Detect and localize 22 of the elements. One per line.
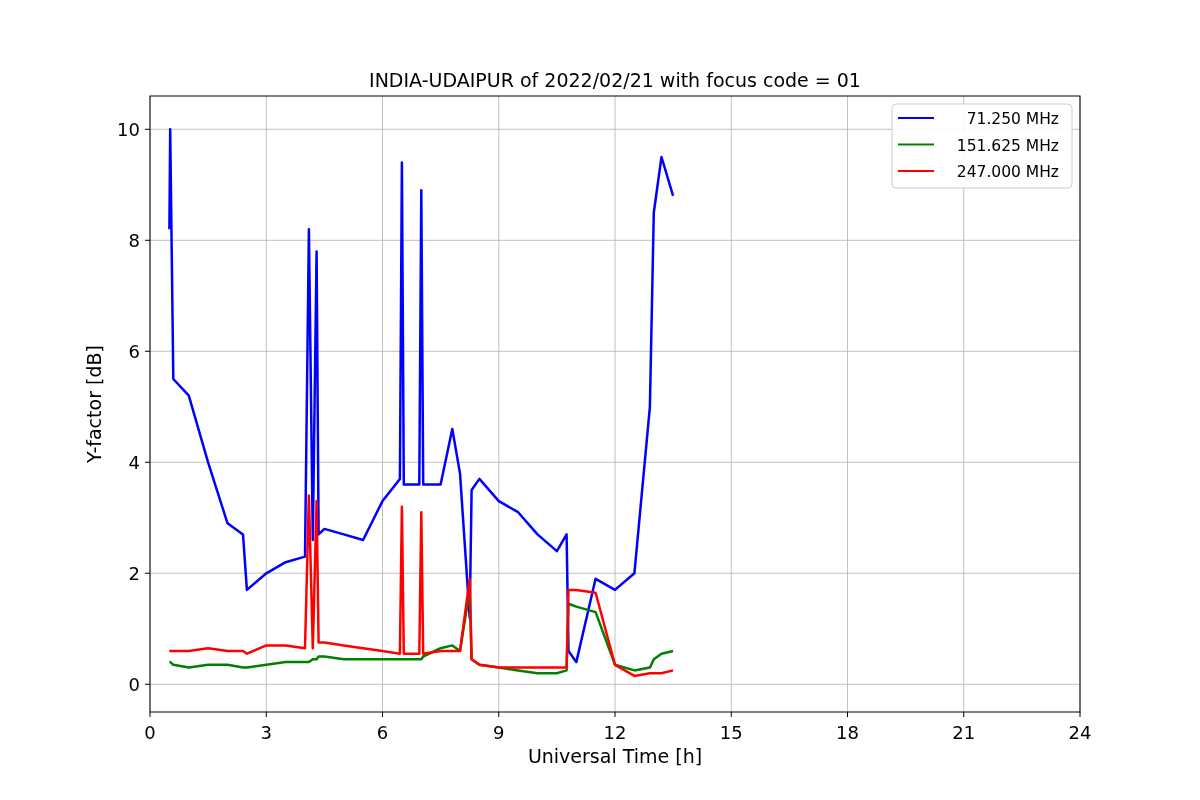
legend-label: 247.000 MHz [956, 163, 1059, 181]
tick-label: 6 [128, 341, 140, 363]
tick-label: 10 [117, 119, 140, 141]
tick-label: 21 [952, 722, 976, 743]
legend-label: 71.250 MHz [966, 110, 1059, 128]
tick-label: 4 [128, 452, 140, 474]
tick-label: 8 [128, 230, 140, 252]
tick-label: 0 [128, 674, 140, 696]
tick-label: 3 [260, 722, 272, 743]
tick-label: 18 [836, 722, 859, 743]
tick-label: 0 [144, 722, 156, 743]
tick-label: 24 [1068, 722, 1092, 743]
chart-title: INDIA-UDAIPUR of 2022/02/21 with focus code = 01 [369, 69, 861, 91]
legend-swatch [897, 143, 935, 146]
x-axis-label: Universal Time [h] [527, 745, 703, 767]
tick-label: 15 [719, 722, 743, 743]
tick-label: 2 [128, 563, 140, 585]
y-axis-label: Y-factor [dB] [83, 345, 105, 463]
tick-label: 9 [493, 722, 505, 743]
tick-label: 6 [376, 722, 389, 743]
tick-label: 12 [603, 722, 627, 743]
legend-label: 151.625 MHz [956, 136, 1059, 155]
